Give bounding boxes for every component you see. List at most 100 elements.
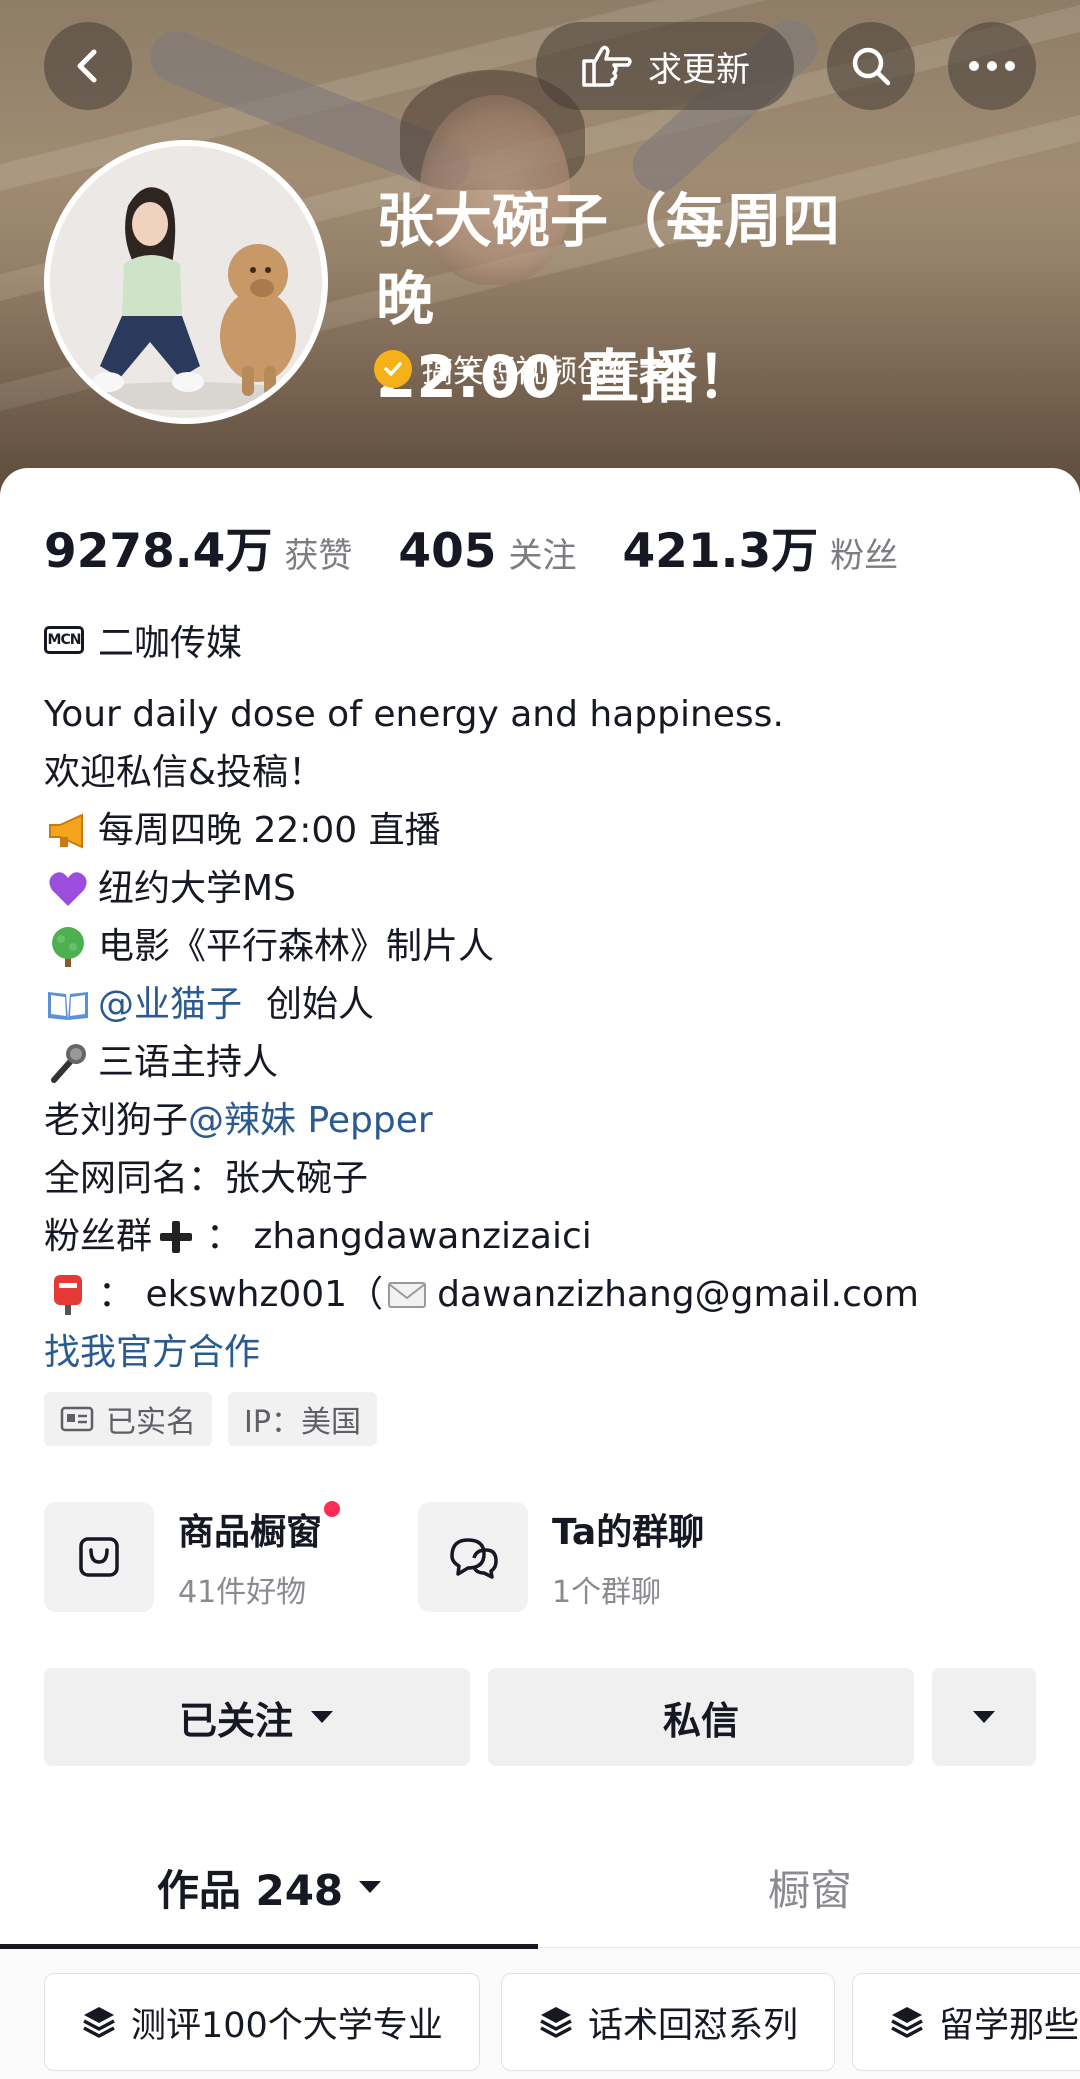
bio-line: 每周四晚 22:00 直播 (44, 802, 1044, 860)
bio-text: 欢迎私信&投稿！ (44, 752, 325, 793)
caret-down-icon (311, 1711, 333, 1723)
bio-text: ： zhangdawanzizaici (206, 1216, 592, 1257)
bio-line: 纽约大学MS (44, 860, 1044, 918)
open-book-icon (44, 981, 92, 1029)
ip-label: IP：美国 (244, 1405, 361, 1440)
chat-bubbles-icon (418, 1502, 528, 1612)
mention-link[interactable]: @业猫子 (98, 976, 242, 1034)
tab-works[interactable]: 作品 248 (0, 1826, 540, 1948)
microphone-icon (44, 1039, 92, 1087)
followed-label: 已关注 (178, 1698, 293, 1743)
certification[interactable]: 搞笑短视频创作者 (374, 346, 670, 391)
followers-count[interactable]: 421.3万 (622, 512, 818, 581)
likes-label: 获赞 (284, 536, 353, 576)
mcn-icon: MCN (44, 626, 84, 654)
stats-row: 9278.4万 获赞 405 关注 421.3万 粉丝 (44, 512, 944, 581)
bio-line: 老刘狗子 @辣妹 Pepper (44, 1092, 1044, 1150)
bio-line: 欢迎私信&投稿！ (44, 744, 1044, 802)
mcn-name: 二咖传媒 (98, 623, 243, 664)
bio-text: 三语主持人 (98, 1042, 279, 1083)
email-text: dawanzizhang@gmail.com (437, 1274, 919, 1315)
layers-icon (540, 2007, 572, 2038)
plus-icon (152, 1213, 200, 1261)
bio-line: 电影《平行森林》制片人 (44, 918, 1044, 976)
mcn-row[interactable]: MCN 二咖传媒 (44, 614, 242, 666)
shopping-bag-icon (44, 1502, 154, 1612)
real-name-label: 已实名 (106, 1405, 196, 1440)
search-button[interactable] (827, 22, 915, 110)
notification-dot (324, 1501, 341, 1517)
profile-card: 9278.4万 获赞 405 关注 421.3万 粉丝 MCN 二咖传媒 You… (0, 468, 1080, 2079)
tab-showcase[interactable]: 橱窗 (540, 1826, 1080, 1948)
more-actions-button[interactable] (932, 1668, 1036, 1766)
collection-chip[interactable]: 测评100个大学专业 (44, 1973, 480, 2071)
layers-icon (891, 2007, 923, 2038)
postbox-icon (44, 1271, 92, 1319)
bio: Your daily dose of energy and happiness.… (44, 686, 1044, 1382)
tree-icon (44, 923, 92, 971)
bio-text: 纽约大学MS (98, 868, 296, 909)
tab-showcase-label: 橱窗 (767, 1865, 852, 1915)
bio-line: 粉丝群 ： zhangdawanzizaici (44, 1208, 1044, 1266)
group-chat-count: 1个群聊 (552, 1575, 662, 1610)
request-update-label: 求更新 (648, 49, 750, 90)
request-update-button[interactable]: 求更新 (536, 22, 794, 110)
pointing-hand-icon (582, 45, 632, 87)
bio-text: Your daily dose of energy and happiness. (44, 694, 784, 735)
bio-line: 全网同名：张大碗子 (44, 1150, 1044, 1208)
bio-line: @业猫子 创始人 (44, 976, 1044, 1034)
bio-text: 电影《平行森林》制片人 (98, 926, 495, 967)
official-cooperation-link[interactable]: 找我官方合作 (44, 1324, 260, 1382)
mention-link[interactable]: @辣妹 Pepper (188, 1092, 433, 1150)
collection-chip[interactable]: 留学那些事 (852, 1973, 1080, 2071)
content-tabs: 作品 248 橱窗 (0, 1826, 1080, 1949)
bio-text: 全网同名：张大碗子 (44, 1158, 369, 1199)
profile-header: 求更新 张大碗子（每周四晚 22:00 直播！ 搞笑短视频创作者 (0, 0, 1080, 500)
product-showcase-entry[interactable]: 商品橱窗 41件好物 (44, 1501, 341, 1612)
profile-name-line1: 张大碗子（每周四晚 (376, 187, 841, 333)
collection-label: 话术回怼系列 (588, 2005, 799, 2046)
avatar[interactable] (44, 140, 328, 424)
bio-text: 创始人 (266, 984, 375, 1025)
collection-label: 测评100个大学专业 (131, 2005, 443, 2046)
followed-button[interactable]: 已关注 (44, 1668, 470, 1766)
followers-label: 粉丝 (830, 536, 899, 576)
collections-bar: 测评100个大学专业 话术回怼系列 留学那些事 (0, 1949, 1080, 2079)
bio-text: 粉丝群 (44, 1216, 153, 1257)
bio-line: 三语主持人 (44, 1034, 1044, 1092)
group-chat-entry[interactable]: Ta的群聊 1个群聊 (418, 1502, 704, 1612)
bio-text: ： ekswhz001（ (98, 1274, 384, 1315)
more-button[interactable] (948, 22, 1036, 110)
chevron-left-icon (77, 49, 97, 83)
product-showcase-count: 41件好物 (178, 1575, 307, 1610)
bio-line: ： ekswhz001（ dawanzizhang@gmail.com (44, 1266, 1044, 1324)
verified-badge-icon (374, 349, 412, 388)
purple-heart-icon (44, 865, 92, 913)
real-name-tag[interactable]: 已实名 (44, 1392, 212, 1446)
tab-works-label: 作品 248 (156, 1865, 344, 1915)
envelope-icon (383, 1271, 431, 1319)
megaphone-icon (44, 807, 92, 855)
bio-line: Your daily dose of energy and happiness. (44, 686, 1044, 744)
back-button[interactable] (44, 22, 132, 110)
following-count[interactable]: 405 (398, 524, 496, 579)
following-label: 关注 (508, 536, 577, 576)
collection-label: 留学那些事 (939, 2005, 1080, 2046)
likes-count[interactable]: 9278.4万 (44, 512, 272, 581)
bio-text: 老刘狗子 (44, 1100, 189, 1141)
message-button[interactable]: 私信 (488, 1668, 914, 1766)
caret-down-icon (359, 1881, 382, 1893)
id-card-icon (60, 1406, 94, 1432)
ip-tag: IP：美国 (228, 1392, 377, 1446)
profile-tags: 已实名 IP：美国 (44, 1392, 377, 1446)
collection-chip[interactable]: 话术回怼系列 (501, 1973, 836, 2071)
caret-down-icon (973, 1711, 995, 1723)
more-icon (969, 61, 1015, 71)
layers-icon (83, 2007, 115, 2038)
message-label: 私信 (662, 1698, 739, 1743)
bio-line: 找我官方合作 (44, 1324, 1044, 1382)
avatar-image (50, 146, 322, 418)
product-showcase-title: 商品橱窗 (178, 1501, 341, 1555)
certification-label: 搞笑短视频创作者 (422, 354, 670, 390)
search-icon (852, 47, 891, 86)
